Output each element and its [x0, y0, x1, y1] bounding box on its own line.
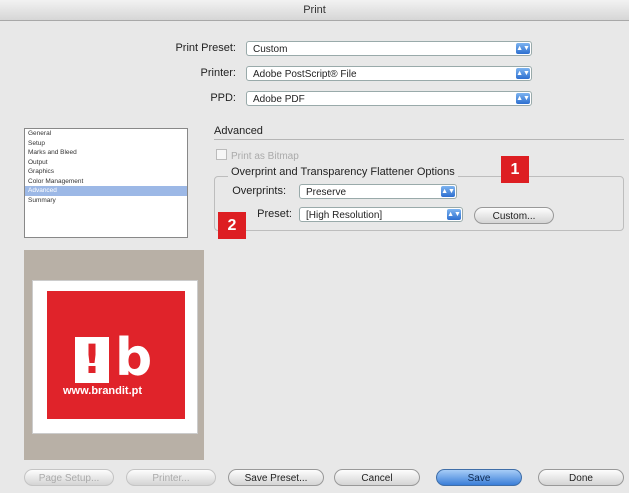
done-button[interactable]: Done [538, 469, 624, 486]
brand-logo: ! b www.brandit.pt [47, 291, 185, 419]
overprints-select[interactable]: Preserve ▲▼ [299, 184, 457, 199]
preview-page: ! b www.brandit.pt [32, 280, 198, 434]
overprints-value: Preserve [306, 187, 347, 198]
logo-url: www.brandit.pt [63, 385, 143, 397]
printer-button[interactable]: Printer... [126, 469, 216, 486]
printer-value: Adobe PostScript® File [253, 69, 357, 80]
list-item-output[interactable]: Output [25, 158, 187, 168]
print-preset-select[interactable]: Custom ▲▼ [246, 41, 532, 56]
list-item-advanced[interactable]: Advanced [25, 186, 187, 196]
print-preset-label: Print Preset: [175, 42, 236, 54]
chevron-updown-icon: ▲▼ [516, 68, 530, 79]
list-item-marks-and-bleed[interactable]: Marks and Bleed [25, 148, 187, 158]
logo-exclamation: ! [75, 337, 109, 383]
preset-select[interactable]: [High Resolution] ▲▼ [299, 207, 463, 222]
chevron-updown-icon: ▲▼ [516, 43, 530, 54]
print-as-bitmap-checkbox[interactable]: Print as Bitmap [216, 149, 299, 162]
callout-marker-1: 1 [501, 156, 529, 183]
window-titlebar: Print [0, 0, 629, 21]
page-setup-button[interactable]: Page Setup... [24, 469, 114, 486]
callout-marker-2: 2 [218, 212, 246, 239]
save-preset-button[interactable]: Save Preset... [228, 469, 324, 486]
section-divider [214, 139, 624, 140]
list-item-graphics[interactable]: Graphics [25, 167, 187, 177]
ppd-select[interactable]: Adobe PDF ▲▼ [246, 91, 532, 106]
print-preset-value: Custom [253, 44, 288, 55]
overprints-label: Overprints: [232, 185, 286, 197]
logo-letter: b [115, 328, 153, 388]
chevron-updown-icon: ▲▼ [516, 93, 530, 104]
cancel-button[interactable]: Cancel [334, 469, 420, 486]
print-as-bitmap-label: Print as Bitmap [231, 151, 299, 162]
printer-select[interactable]: Adobe PostScript® File ▲▼ [246, 66, 532, 81]
checkbox-icon [216, 149, 227, 160]
preset-value: [High Resolution] [306, 210, 383, 221]
section-title: Advanced [214, 125, 263, 137]
ppd-label: PPD: [210, 92, 236, 104]
list-item-general[interactable]: General [25, 129, 187, 139]
print-preview: ! b www.brandit.pt [24, 250, 204, 460]
list-item-summary[interactable]: Summary [25, 196, 187, 206]
list-item-color-management[interactable]: Color Management [25, 177, 187, 187]
category-list[interactable]: General Setup Marks and Bleed Output Gra… [24, 128, 188, 238]
ppd-value: Adobe PDF [253, 94, 305, 105]
list-item-setup[interactable]: Setup [25, 139, 187, 149]
chevron-updown-icon: ▲▼ [441, 186, 455, 197]
chevron-updown-icon: ▲▼ [447, 209, 461, 220]
window-title: Print [303, 4, 326, 16]
printer-label: Printer: [200, 67, 236, 79]
group-title: Overprint and Transparency Flattener Opt… [228, 166, 458, 178]
custom-button[interactable]: Custom... [474, 207, 554, 224]
save-button[interactable]: Save [436, 469, 522, 486]
